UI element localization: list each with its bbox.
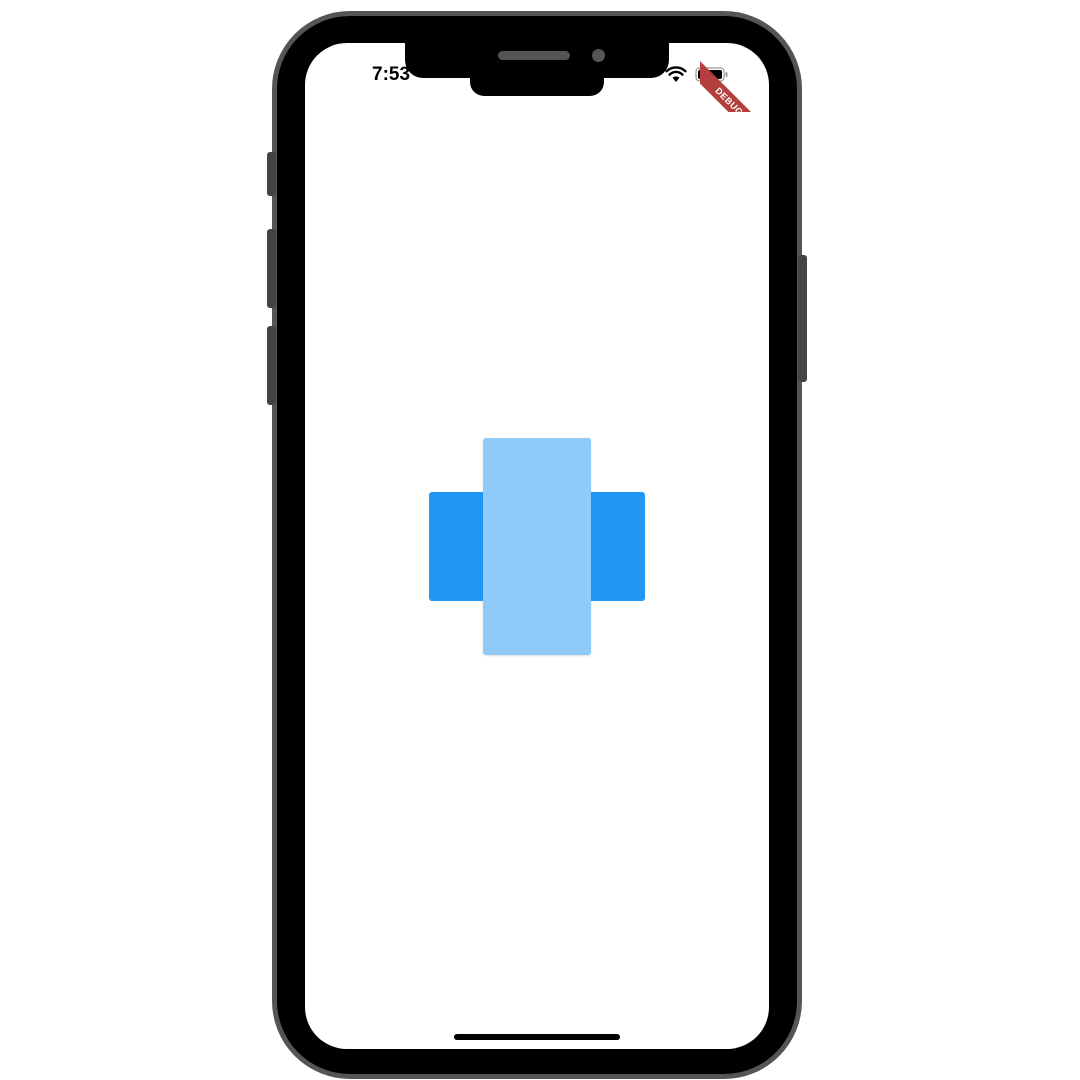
debug-banner-label: DEBUG [700,57,769,112]
mute-switch [267,152,276,196]
home-indicator[interactable] [454,1034,620,1040]
volume-up-button [267,229,276,308]
power-button [798,255,807,382]
notch-lower [470,60,604,96]
status-time: 7:53 [372,64,411,85]
debug-banner: DEBUG [700,43,769,112]
earpiece-speaker [498,51,570,60]
front-camera [592,49,605,62]
volume-down-button [267,326,276,405]
wifi-icon [665,66,687,82]
vertical-rectangle [483,438,591,655]
